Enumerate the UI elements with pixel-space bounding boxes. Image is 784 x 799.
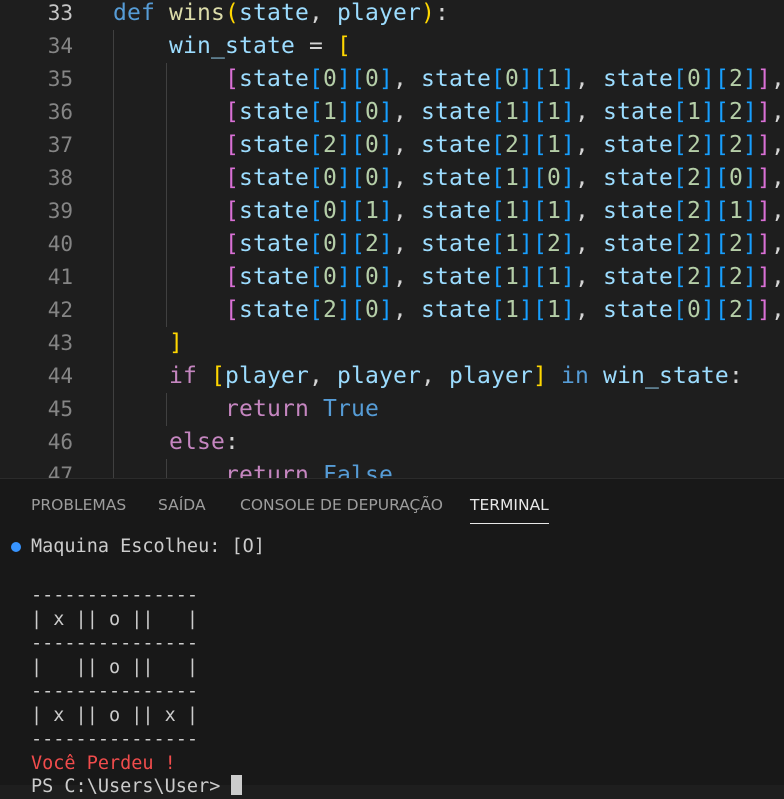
line-number: 41: [47, 265, 73, 289]
line-number: 38: [47, 166, 73, 190]
code-text: [state[1][0], state[1][1], state[1][2]],: [224, 99, 784, 125]
tab-label: CONSOLE DE DEPURAÇÃO: [240, 496, 443, 514]
tab-saida[interactable]: SAÍDA: [158, 496, 206, 514]
indent-guide: [166, 63, 167, 327]
terminal-status-line: Maquina Escolheu: [O]: [31, 536, 265, 557]
board-line: | || o || |: [31, 657, 199, 678]
line-number: 42: [47, 298, 73, 322]
board-line: ---------------: [31, 585, 199, 606]
code-line: 44 if [player, player, player] in win_st…: [0, 360, 784, 393]
indent-guide: [113, 30, 114, 478]
terminal-output[interactable]: Maquina Escolheu: [O] --------------- | …: [0, 527, 784, 797]
panel-tabs: PROBLEMAS SAÍDA CONSOLE DE DEPURAÇÃO TER…: [0, 479, 784, 527]
code-line: 45 return True: [0, 393, 784, 426]
terminal-cursor: [231, 775, 243, 795]
tab-console-depuracao[interactable]: CONSOLE DE DEPURAÇÃO: [240, 496, 443, 514]
code-text: else:: [169, 429, 239, 455]
code-text: [state[0][0], state[1][0], state[2][0]],: [224, 165, 784, 191]
active-tab-underline: [470, 523, 549, 524]
code-line: 38 [state[0][0], state[1][0], state[2][0…: [0, 162, 784, 195]
code-line: 41 [state[0][0], state[1][1], state[2][2…: [0, 261, 784, 294]
board-line: ---------------: [31, 729, 199, 750]
code-line: 46 else:: [0, 426, 784, 459]
terminal-prompt[interactable]: PS C:\Users\User>: [31, 775, 243, 799]
result-message: Você Perdeu !: [31, 753, 176, 774]
line-number: 35: [47, 67, 73, 91]
code-line: 37 [state[2][0], state[2][1], state[2][2…: [0, 129, 784, 162]
code-line: 34 win_state = [: [0, 30, 784, 63]
code-text: win_state = [: [169, 33, 351, 59]
line-number: 46: [47, 430, 73, 454]
tab-label: SAÍDA: [158, 496, 206, 514]
line-number: 45: [47, 397, 73, 421]
code-text: [state[2][0], state[1][1], state[0][2]],: [224, 297, 784, 323]
code-line: 40 [state[0][2], state[1][2], state[2][2…: [0, 228, 784, 261]
code-text: [state[0][0], state[1][1], state[2][2]],: [224, 264, 784, 290]
line-number: 40: [47, 232, 73, 256]
board-line: ---------------: [31, 633, 199, 654]
code-text: if [player, player, player] in win_state…: [169, 363, 743, 389]
board-line: ---------------: [31, 681, 199, 702]
code-line: 47 return False: [0, 459, 784, 478]
line-number: 37: [47, 133, 73, 157]
code-line: 33 def wins(state, player):: [0, 0, 784, 30]
bottom-panel: PROBLEMAS SAÍDA CONSOLE DE DEPURAÇÃO TER…: [0, 478, 784, 797]
prompt-text: PS C:\Users\User>: [31, 776, 232, 797]
code-text: [state[0][2], state[1][2], state[2][2]],: [224, 231, 784, 257]
line-number: 34: [47, 34, 73, 58]
line-number: 44: [47, 364, 73, 388]
command-status-dot-icon: [11, 542, 21, 552]
tab-label: TERMINAL: [470, 496, 549, 514]
code-line: 39 [state[0][1], state[1][1], state[2][1…: [0, 195, 784, 228]
code-editor[interactable]: 33 def wins(state, player): 34 win_state =…: [0, 0, 784, 478]
board-line: | x || o || x |: [31, 705, 199, 726]
code-text: [state[0][1], state[1][1], state[2][1]],: [224, 198, 784, 224]
line-number: 36: [47, 100, 73, 124]
tab-terminal[interactable]: TERMINAL: [470, 496, 549, 524]
board-line: | x || o || |: [31, 609, 199, 630]
code-text: [state[2][0], state[2][1], state[2][2]],: [224, 132, 784, 158]
code-text: return True: [224, 396, 379, 422]
code-line: 35 [state[0][0], state[0][1], state[0][2…: [0, 63, 784, 96]
code-text: def wins(state, player):: [113, 0, 449, 26]
tab-problemas[interactable]: PROBLEMAS: [31, 496, 126, 514]
code-line: 36 [state[1][0], state[1][1], state[1][2…: [0, 96, 784, 129]
line-number: 47: [47, 463, 73, 478]
line-number: 43: [47, 331, 73, 355]
tab-label: PROBLEMAS: [31, 496, 127, 514]
code-text: ]: [169, 330, 183, 356]
code-text: [state[0][0], state[0][1], state[0][2]],: [224, 66, 784, 92]
indent-guide: [166, 459, 167, 478]
line-number: 33: [47, 1, 73, 25]
code-line: 42 [state[2][0], state[1][1], state[0][2…: [0, 294, 784, 327]
code-line: 43 ]: [0, 327, 784, 360]
line-number: 39: [47, 199, 73, 223]
code-text: return False: [224, 462, 393, 478]
indent-guide: [166, 393, 167, 426]
